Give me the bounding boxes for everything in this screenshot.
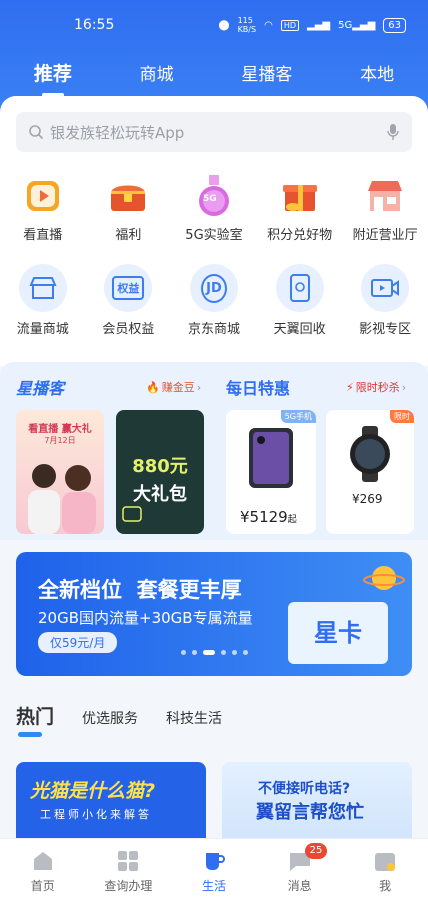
hd-icon: HD [280,19,299,31]
grid-item-welfare[interactable]: 福利 [86,172,170,243]
shop-icon [18,264,67,312]
phone-image [249,428,293,488]
product-phone-card[interactable]: 5G手机 ¥5129起 [226,410,316,534]
treasure-chest-icon [105,172,151,218]
search-icon [29,125,44,140]
recycle-icon [275,264,324,312]
quick-grid-row1: 看直播 福利 5G 5G实验室 积分兑好物 附近营业厅 [0,172,428,243]
tile-line2: 翼留言帮您忙 [256,802,364,823]
clock: 16:55 [74,17,115,33]
section-tabs: 热门 优选服务 科技生活 [16,702,222,737]
nav-life[interactable]: 生活 [179,849,249,894]
store-icon [362,172,408,218]
gift-amount: 880元 [132,456,188,477]
microphone-icon[interactable] [386,123,400,141]
planet-icon [363,566,405,590]
grid-label: 积分兑好物 [267,228,333,243]
grid-label: 影视专区 [359,322,412,337]
tab-preferred-services[interactable]: 优选服务 [82,708,138,728]
search-placeholder: 银发族轻松玩转App [50,123,185,142]
grid-label: 天翼回收 [273,322,326,337]
grid-label: 流量商城 [16,322,69,337]
banner-pager [0,650,428,655]
product-price: ¥269 [352,492,383,506]
product-price: ¥5129起 [240,508,297,526]
profile-icon [375,853,396,871]
rights-icon: 权益 [104,264,153,312]
tile-title: 光猫是什么猫? [30,780,156,802]
product-watch-card[interactable]: 限时 ¥269 [326,410,414,534]
chevron-right-icon: › [401,380,407,394]
nav-me[interactable]: 我 [350,849,420,894]
grid-item-traffic-mall[interactable]: 流量商城 [1,264,85,337]
product-badge: 限时 [390,410,414,423]
watch-image [350,426,390,482]
live-thumb-date: 7月12日 [44,436,76,445]
location-icon: ⬤ [218,19,230,31]
grid-label: 看直播 [23,228,63,243]
banner-headline: 全新档位 套餐更丰厚 [38,578,242,602]
grid-item-5g-lab[interactable]: 5G 5G实验室 [172,172,256,243]
grid-item-live[interactable]: 看直播 [1,172,85,243]
video-icon [361,264,410,312]
plan-banner[interactable]: 全新档位 套餐更丰厚 20GB国内流量+30GB专属流量 仅59元/月 星卡 [16,552,412,676]
grid-label: 京东商城 [187,322,240,337]
wifi-icon: ◠ [264,19,273,31]
grid-item-jd-mall[interactable]: JD 京东商城 [172,264,256,337]
jd-icon: JD [189,264,238,312]
grid-item-video[interactable]: 影视专区 [343,264,427,337]
cup-icon [205,853,225,870]
grid-item-recycle[interactable]: 天翼回收 [258,264,342,337]
grid-label: 5G实验室 [185,228,243,243]
grid-icon [118,851,139,871]
gift-icon [277,172,323,218]
gift-name: 大礼包 [133,484,187,505]
daily-deals-title[interactable]: 每日特惠 [226,375,290,399]
status-icons: ⬤ 115 KB/S ◠ HD ▂▄▆ 5G▂▄▆ 63 [218,16,406,34]
home-icon [33,852,52,870]
signal-icon: ▂▄▆ [307,19,331,31]
top-tabs: 推荐 商城 星播客 本地 [0,50,428,97]
flask-icon: 5G [191,172,237,218]
net-speed: 115 KB/S [237,16,257,34]
tab-mall[interactable]: 商城 [140,60,174,85]
live-thumbnail[interactable]: 看直播 赢大礼 7月12日 [16,410,104,534]
flame-icon: 🔥 [146,380,160,394]
chevron-right-icon: › [196,380,202,394]
nav-home[interactable]: 首页 [8,849,78,894]
grid-item-points[interactable]: 积分兑好物 [258,172,342,243]
gift-pack-thumbnail[interactable]: 880元 大礼包 [116,410,204,534]
tab-tech-life[interactable]: 科技生活 [166,708,222,728]
grid-label: 附近营业厅 [352,228,418,243]
battery-icon: 63 [383,17,406,33]
hosts-image [28,464,96,534]
tile-line1: 不便接听电话? [258,781,351,797]
tab-xingboke[interactable]: 星播客 [241,60,292,85]
grid-item-member-rights[interactable]: 权益 会员权益 [86,264,170,337]
tab-local[interactable]: 本地 [360,60,394,85]
message-badge: 25 [304,843,328,859]
nav-query[interactable]: 查询办理 [93,849,163,894]
tile-sub: 工程师小化来解答 [40,808,152,821]
tab-hot[interactable]: 热门 [16,702,54,737]
earn-beans-tag[interactable]: 🔥 赚金豆 › [146,379,201,395]
status-bar: 16:55 ⬤ 115 KB/S ◠ HD ▂▄▆ 5G▂▄▆ 63 [0,0,428,50]
bottom-nav: 首页 查询办理 生活 25 消息 我 [0,838,428,898]
flash-sale-tag[interactable]: ⚡ 限时秒杀 › [346,379,406,395]
nav-messages[interactable]: 25 消息 [265,843,335,894]
lightning-icon: ⚡ [346,380,354,394]
signal-5g-icon: 5G▂▄▆ [338,19,376,31]
grid-label: 会员权益 [102,322,155,337]
live-thumb-title: 看直播 赢大礼 [28,424,92,435]
product-badge: 5G手机 [280,410,316,423]
grid-label: 福利 [115,228,142,243]
tab-recommend[interactable]: 推荐 [34,59,72,97]
banner-sub: 20GB国内流量+30GB专属流量 [38,609,253,627]
xingboke-title[interactable]: 星播客 [16,375,64,399]
live-icon [20,172,66,218]
search-bar[interactable]: 银发族轻松玩转App [16,112,412,152]
ticket-icon [122,506,142,522]
quick-grid-row2: 流量商城 权益 会员权益 JD 京东商城 天翼回收 影视专区 [0,264,428,337]
grid-item-nearby-store[interactable]: 附近营业厅 [343,172,427,243]
